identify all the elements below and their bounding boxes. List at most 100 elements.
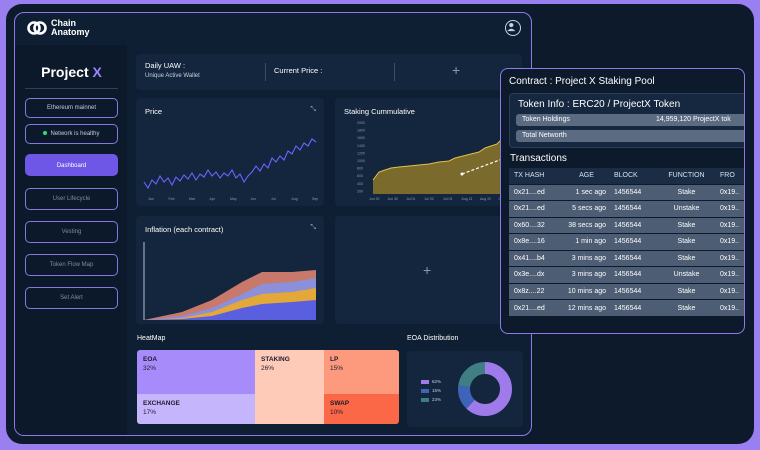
brand-logo[interactable]: Chain Anatomy xyxy=(27,19,90,37)
x-tick-label: Jul 03 xyxy=(443,197,452,201)
add-widget-card[interactable]: + xyxy=(335,216,523,324)
function-cell: Stake xyxy=(653,249,715,267)
tx-hash-cell: 0x60....32 xyxy=(509,216,559,234)
sidebar-item-user-lifecycle[interactable]: User Lifecycle xyxy=(25,188,118,210)
add-stat-button[interactable]: + xyxy=(452,62,460,78)
add-widget-button[interactable]: + xyxy=(423,262,431,278)
from-cell: 0x19.. xyxy=(715,282,744,300)
inflation-chart xyxy=(143,242,316,320)
table-header: TX HASH AGE BLOCK FUNCTION FRO xyxy=(509,168,744,184)
staking-card: Staking Cummulative 2000 1800 1600 1400 1200… xyxy=(335,98,523,206)
legend-label: 23% xyxy=(432,397,442,402)
cell-label: EXCHANGE xyxy=(143,400,180,407)
function-cell: Stake xyxy=(653,282,715,300)
legend-swatch xyxy=(421,397,429,402)
table-row[interactable]: 0x3e....dx 3 mins ago 1456544 Unstake 0x19.. xyxy=(509,266,744,283)
total-networth-row: Total Networth xyxy=(516,130,744,142)
x-tick-label: Mar xyxy=(189,197,196,201)
x-tick-label: Apr xyxy=(210,197,216,201)
y-tick-label: 600 xyxy=(357,174,363,178)
sidebar-item-dashboard[interactable]: Dashboard xyxy=(25,154,118,176)
staking-title: Staking Cummulative xyxy=(344,107,415,116)
current-price-label: Current Price : xyxy=(274,66,323,75)
col-block[interactable]: BLOCK xyxy=(609,168,653,184)
divider xyxy=(394,63,395,81)
expand-icon[interactable]: ⤡ xyxy=(310,224,316,232)
token-holdings-value: 14,959,120 ProjectX tok xyxy=(656,116,731,123)
from-cell: 0x19.. xyxy=(715,249,744,267)
age-cell: 3 mins ago xyxy=(559,266,609,283)
col-from[interactable]: FRO xyxy=(715,168,744,184)
age-cell: 10 mins ago xyxy=(559,282,609,300)
age-cell: 5 secs ago xyxy=(559,200,609,217)
legend-item: 23% xyxy=(421,395,441,404)
x-tick-label: Jul 01 xyxy=(406,197,415,201)
eoa-card: 62% 15% 23% xyxy=(407,351,523,427)
user-avatar-icon[interactable] xyxy=(505,20,521,36)
status-dot-icon xyxy=(43,131,48,135)
sidebar-item-vesting[interactable]: Vesting xyxy=(25,221,118,243)
table-row[interactable]: 0x21....ed 1 sec ago 1456544 Stake 0x19.. xyxy=(509,183,744,201)
price-title: Price xyxy=(145,107,163,116)
tx-hash-cell: 0x3e....dx xyxy=(509,266,559,283)
function-cell: Stake xyxy=(653,233,715,250)
x-tick-label: Aug xyxy=(292,197,298,201)
heatmap-cell-lp[interactable]: LP 15% xyxy=(324,350,399,394)
x-tick-label: Jun 30 xyxy=(388,197,399,201)
table-row[interactable]: 0x21....ed 12 mins ago 1456544 Stake 0x19.. xyxy=(509,299,744,316)
heatmap-cell-swap[interactable]: SWAP 10% xyxy=(324,394,399,424)
network-selector[interactable]: Ethereum mainnet xyxy=(25,98,118,118)
table-row[interactable]: 0x60....32 38 secs ago 1456544 Stake 0x19.. xyxy=(509,216,744,234)
network-status-text: Network is healthy xyxy=(50,131,100,137)
legend-item: 62% xyxy=(421,377,441,386)
token-info-box: Token Info : ERC20 / ProjectX Token Toke… xyxy=(509,93,744,148)
contract-title: Contract : Project X Staking Pool xyxy=(509,76,655,87)
sidebar-item-token-flow-map[interactable]: Token Flow Map xyxy=(25,254,118,276)
tx-hash-cell: 0x21....ed xyxy=(509,299,559,316)
table-row[interactable]: 0x8e....16 1 min ago 1456544 Stake 0x19.. xyxy=(509,233,744,250)
function-cell: Stake xyxy=(653,299,715,316)
function-cell: Stake xyxy=(653,216,715,234)
col-function[interactable]: FUNCTION xyxy=(653,168,715,184)
expand-icon[interactable]: ⤡ xyxy=(310,106,316,114)
function-cell: Unstake xyxy=(653,200,715,217)
heatmap-cell-eoa[interactable]: EOA 32% xyxy=(137,350,255,394)
sidebar-item-set-alert[interactable]: Set Alert xyxy=(25,287,118,309)
x-tick-label: Aug 21 xyxy=(462,197,473,201)
table-row[interactable]: 0x8z....22 10 mins ago 1456544 Stake 0x19.. xyxy=(509,282,744,300)
y-tick-label: 1200 xyxy=(357,151,365,155)
contract-panel: Contract : Project X Staking Pool Token … xyxy=(500,68,745,334)
y-tick-label: 2000 xyxy=(357,121,365,125)
cell-pct: 17% xyxy=(143,409,157,416)
transactions-table: TX HASH AGE BLOCK FUNCTION FRO 0x21....e… xyxy=(509,168,744,316)
from-cell: 0x19.. xyxy=(715,266,744,283)
eoa-donut-chart xyxy=(458,362,512,416)
x-tick-label: May xyxy=(230,197,237,201)
price-line xyxy=(143,138,317,190)
from-cell: 0x19.. xyxy=(715,183,744,201)
legend-item: 15% xyxy=(421,386,441,395)
col-tx-hash[interactable]: TX HASH xyxy=(509,168,559,184)
from-cell: 0x19.. xyxy=(715,200,744,217)
from-cell: 0x19.. xyxy=(715,233,744,250)
legend-label: 62% xyxy=(432,379,442,384)
age-cell: 1 sec ago xyxy=(559,183,609,201)
transactions-title: Transactions xyxy=(510,153,567,164)
block-cell: 1456544 xyxy=(609,216,653,234)
heatmap: EOA 32% STAKING 26% LP 15% EXCHANGE 17% SWAP… xyxy=(137,350,399,424)
x-tick-label: Jul xyxy=(271,197,276,201)
col-age[interactable]: AGE xyxy=(559,168,609,184)
heatmap-cell-exchange[interactable]: EXCHANGE 17% xyxy=(137,394,255,424)
project-mark: X xyxy=(92,64,102,80)
tx-hash-cell: 0x21....ed xyxy=(509,200,559,217)
network-status[interactable]: Network is healthy xyxy=(25,124,118,144)
heatmap-cell-staking[interactable]: STAKING 26% xyxy=(255,350,324,424)
x-tick-label: Jun xyxy=(251,197,257,201)
table-row[interactable]: 0x41....b4 3 mins ago 1456544 Stake 0x19.. xyxy=(509,249,744,267)
age-cell: 1 min ago xyxy=(559,233,609,250)
tx-hash-cell: 0x41....b4 xyxy=(509,249,559,267)
cell-label: EOA xyxy=(143,356,158,363)
block-cell: 1456544 xyxy=(609,266,653,283)
table-row[interactable]: 0x21....ed 5 secs ago 1456544 Unstake 0x19.. xyxy=(509,200,744,217)
from-cell: 0x19.. xyxy=(715,216,744,234)
